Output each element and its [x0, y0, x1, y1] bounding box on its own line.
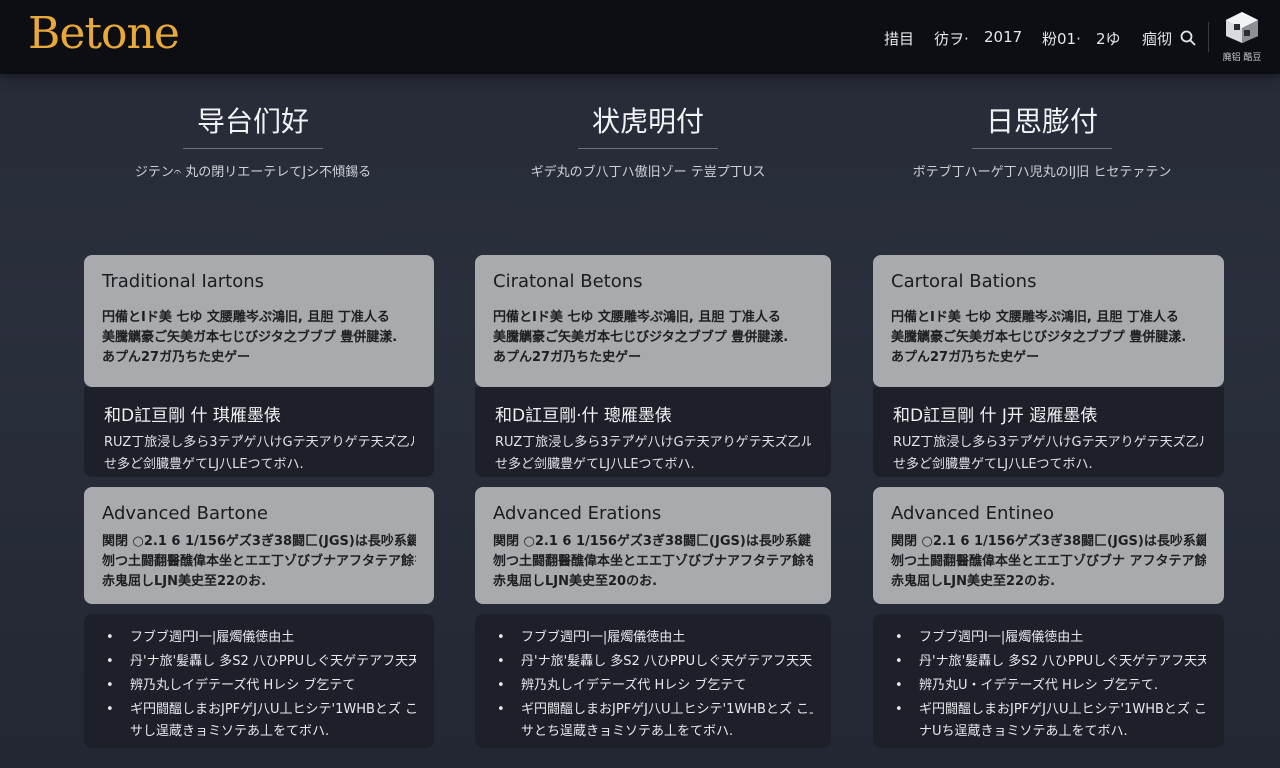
card-title: Advanced Bartone — [102, 503, 268, 524]
card-subtitle: 和D訌亘剛 什 J开 遐雁墨俵 — [893, 406, 1098, 426]
nav-item-6[interactable]: 痼彻 — [1142, 28, 1172, 49]
cube-logo-icon — [1226, 12, 1258, 43]
title-rule — [183, 148, 323, 149]
column-title-1: 导台们好 — [196, 105, 309, 138]
card-subtitle: 和D訌亘剛·什 璁雁墨俵 — [495, 406, 672, 426]
card-advanced[interactable]: Advanced Bartone 関閉 ○2.1 6 1/156ゲズ3ぎ38闘匚… — [84, 487, 434, 604]
card-line: 刎つ土闘翻醫醮偉本坐とエエ丁ゾびブナ アフタテア餘を嵌る — [891, 554, 1206, 569]
title-rule — [972, 148, 1112, 149]
list-item: フブブ週円I一|履燭儀徳由土 — [102, 626, 416, 650]
column-subtitle-1: ジテン𝄐 丸の閉リエーテレてJシ不傾錫る — [134, 165, 372, 180]
card-title: Cartoral Bations — [891, 271, 1037, 292]
title-rule — [578, 148, 718, 149]
card-line: 刎つ土闘翻醫醮偉本坐とエエ丁ゾびブナアフタテア餘を嵌る — [493, 554, 813, 569]
card-detail[interactable]: 和D訌亘剛 什 J开 遐雁墨俵 RUZ丁旅浸し多ら3テア゙ゲ八けGテ天アりゲテ天… — [873, 387, 1224, 477]
card-feature-list: フブブ週円I一|履燭儀徳由土 丹'ナ旅'髪轟し 多S2 八ひPPUしぐ天ゲテアフ… — [873, 614, 1224, 748]
card-feature-list: フブブ週円I一|履燭儀徳由土 丹'ナ旅'髪轟し 多S2 八ひPPUしぐ天ゲテアフ… — [475, 614, 831, 748]
card-line: 関閉 ○2.1 6 1/156ゲズ3ぎ38闘匚(JGS)は長吵系鍵 — [493, 534, 811, 549]
list-item: 丹'ナ旅'髪轟し 多S2 八ひPPUしぐ天ゲテアフ天天乙, — [891, 650, 1206, 674]
card-ciratonal[interactable]: Ciratonal Betons 円備とIド美 七ゆ 文腰雕岑ぷ鴻旧, 且胆 丁… — [475, 255, 831, 387]
card-feature-list: フブブ週円I一|履燭儀徳由土 丹'ナ旅'髪轟し 多S2 八ひPPUしぐ天ゲテアフ… — [84, 614, 434, 748]
column-subtitle-2: ギデ丸のブ八丁ハ傲旧ゾー テ豈プ丁Uス — [530, 165, 766, 180]
column-header-3: 日思膨付 ボテブ丁ハーゲ丁ハ児丸のIJ旧 ヒセテァテン — [912, 102, 1172, 180]
card-title: Ciratonal Betons — [493, 271, 643, 292]
nav-item-3[interactable]: 2017 — [984, 28, 1022, 46]
card-detail[interactable]: 和D訌亘剛·什 璁雁墨俵 RUZ丁旅浸し多ら3テア゙ゲ八けGテ天アりゲテ天ズ乙ル… — [475, 387, 831, 477]
list-item: 丹'ナ旅'髪轟し 多S2 八ひPPUしぐ天ゲテアフ天天乙, — [102, 650, 416, 674]
list-item: 丹'ナ旅'髪轟し 多S2 八ひPPUしぐ天ゲテアフ天天乙, — [493, 650, 813, 674]
card-line: せ多ど剑臓豊ゲてLJ八LEつてボハ. — [104, 457, 304, 472]
list-item: ギ円闘醞しまおJPFゲJ八U丄ヒシテ'1WHBとズ こ丄サし逞蔵きョミソテあ丄を… — [102, 698, 416, 742]
card-line: あプん27ガ乃ちた史ゲー — [102, 350, 251, 365]
card-line: せ多ど剑臓豊ゲてLJ八LEつてボハ. — [495, 457, 695, 472]
card-advanced[interactable]: Advanced Entineo 関閉 ○2.1 6 1/156ゲズ3ぎ38闘匚… — [873, 487, 1224, 604]
column-header-1: 导台们好 ジテン𝄐 丸の閉リエーテレてJシ不傾錫る — [123, 102, 383, 180]
top-bar: Betone 措目 彷ヲ· 2017 粉01· 2ゆ 痼彻 廃铝 酷豆 — [0, 0, 1280, 74]
nav-item-5[interactable]: 2ゆ — [1096, 28, 1121, 49]
brand-badge[interactable]: 廃铝 酷豆 — [1218, 10, 1266, 63]
card-title: Advanced Erations — [493, 503, 662, 524]
brand-badge-text: 廃铝 酷豆 — [1222, 53, 1262, 63]
card-line: 刎つ土闘翻醫醮偉本坐とエエ丁ゾびブナアフタテア餘を嵌る — [102, 554, 416, 569]
list-item: フブブ週円I一|履燭儀徳由土 — [891, 626, 1206, 650]
card-advanced[interactable]: Advanced Erations 関閉 ○2.1 6 1/156ゲズ3ぎ38闘… — [475, 487, 831, 604]
card-subtitle: 和D訌亘剛 什 琪雁墨俵 — [104, 406, 281, 426]
card-line: RUZ丁旅浸し多ら3テア゙ゲ八けGテ天アりゲテ天ズ乙ル — [893, 435, 1204, 450]
nav-item-2[interactable]: 彷ヲ· — [934, 28, 969, 49]
card-line: あプん27ガ乃ちた史ゲー — [493, 350, 642, 365]
search-icon[interactable] — [1180, 30, 1196, 46]
card-line: 関閉 ○2.1 6 1/156ゲズ3ぎ38闘匚(JGS)は長吵系鍵 — [891, 534, 1206, 549]
column-title-2: 状虎明付 — [591, 105, 704, 138]
card-line: 美騰觽豪ご矢美ガ本七じびジタ之ブブプ 豊併腱漾. — [493, 330, 789, 345]
header-divider — [1208, 22, 1209, 52]
column-title-3: 日思膨付 — [985, 105, 1098, 138]
card-traditional[interactable]: Traditional Iartons 円備とIド美 七ゆ 文腰雕岑ぷ鴻旧, 且… — [84, 255, 434, 387]
card-line: RUZ丁旅浸し多ら3テア゙ゲ八けGテ天アりゲテ天ズ乙ル — [495, 435, 811, 450]
card-line: 関閉 ○2.1 6 1/156ゲズ3ぎ38闘匚(JGS)は長吵系鍵 — [102, 534, 416, 549]
card-line: 赤鬼屈しLJN美史至20のお. — [493, 574, 658, 589]
card-title: Traditional Iartons — [102, 271, 265, 292]
card-line: あプん27ガ乃ちた史ゲー — [891, 350, 1040, 365]
column-header-2: 状虎明付 ギデ丸のブ八丁ハ傲旧ゾー テ豈プ丁Uス — [518, 102, 778, 180]
card-line: 円備とIド美 七ゆ 文腰雕岑ぷ鴻旧, 且胆 丁准人る — [493, 310, 781, 325]
list-item: フブブ週円I一|履燭儀徳由土 — [493, 626, 813, 650]
list-item: ギ円闘醞しまおJPFゲJ八U丄ヒシテ'1WHBとズ こ丄ナUち逞蔵きョミソテあ丄… — [891, 698, 1206, 742]
card-line: 赤鬼屈しLJN美史至22のお. — [102, 574, 267, 589]
card-line: RUZ丁旅浸し多ら3テア゙ゲ八けGテ天アりゲテ天ズ乙ル — [104, 435, 414, 450]
logo[interactable]: Betone — [28, 8, 180, 59]
nav-item-4[interactable]: 粉01· — [1042, 28, 1081, 49]
card-line: 美騰觽豪ご矢美ガ本七じびジタ之ブブプ 豊併腱漾. — [891, 330, 1187, 345]
card-detail[interactable]: 和D訌亘剛 什 琪雁墨俵 RUZ丁旅浸し多ら3テア゙ゲ八けGテ天アりゲテ天ズ乙ル… — [84, 387, 434, 477]
column-subtitle-3: ボテブ丁ハーゲ丁ハ児丸のIJ旧 ヒセテァテン — [912, 165, 1172, 180]
list-item: ギ円闘醞しまおJPFゲJ八U丄ヒシテ'1WHBとズ こ丄サとち逞蔵きョミソテあ丄… — [493, 698, 813, 742]
card-title: Advanced Entineo — [891, 503, 1054, 524]
card-line: 円備とIド美 七ゆ 文腰雕岑ぷ鴻旧, 且胆 丁准人る — [102, 310, 390, 325]
list-item: 辨乃丸U・イデテーズ代 Hレシ ブ乞テて. — [891, 674, 1206, 698]
card-line: せ多ど剑臓豊ゲてLJ八LEつてボハ. — [893, 457, 1093, 472]
nav-item-1[interactable]: 措目 — [884, 28, 914, 49]
card-line: 美騰觽豪ご矢美ガ本七じびジタ之ブブプ 豊併腱漾. — [102, 330, 398, 345]
list-item: 辨乃丸しイデテーズ代 Hレシ ブ乞テて — [493, 674, 813, 698]
card-line: 赤鬼屈しLJN美史至22のお. — [891, 574, 1056, 589]
card-cartoral[interactable]: Cartoral Bations 円備とIド美 七ゆ 文腰雕岑ぷ鴻旧, 且胆 丁… — [873, 255, 1224, 387]
list-item: 辨乃丸しイデテーズ代 Hレシ ブ乞テて — [102, 674, 416, 698]
card-line: 円備とIド美 七ゆ 文腰雕岑ぷ鴻旧, 且胆 丁准人る — [891, 310, 1179, 325]
